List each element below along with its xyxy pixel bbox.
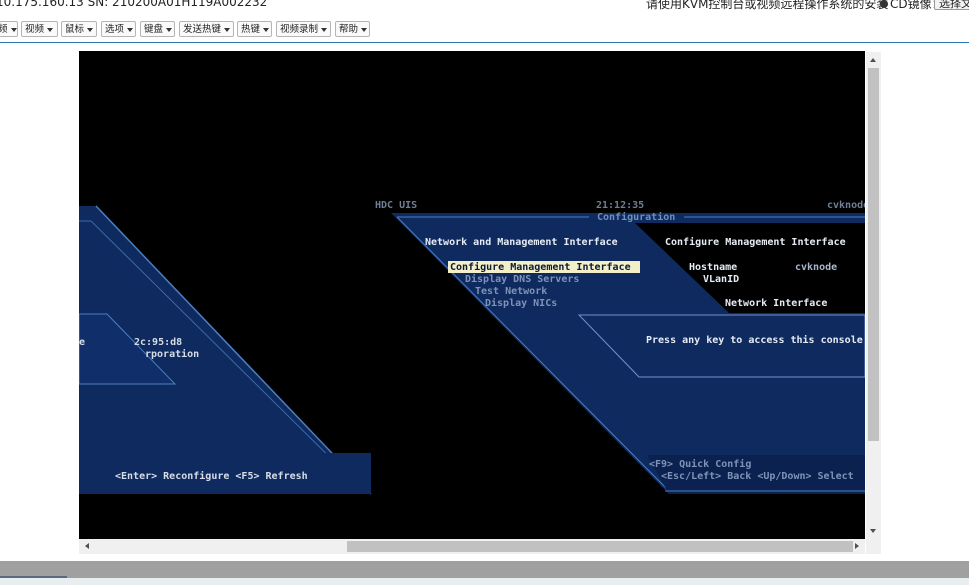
chevron-down-icon xyxy=(10,27,17,32)
detail-heading: Configure Management Interface xyxy=(665,236,846,248)
config-panel-title: Configuration xyxy=(597,211,675,223)
horizontal-scrollbar[interactable] xyxy=(79,539,865,554)
scroll-up-icon[interactable] xyxy=(870,58,876,62)
menu-video[interactable]: 视频 xyxy=(21,21,58,37)
menu-video-record-label: 视频录制 xyxy=(280,24,319,35)
console-header-left: HDC UIS xyxy=(375,200,417,211)
chevron-down-icon xyxy=(47,27,54,32)
menu-item-dns[interactable]: Display DNS Servers xyxy=(465,273,579,285)
left-help-text: <Enter> Reconfigure <F5> Refresh xyxy=(115,470,308,482)
footer-strip xyxy=(0,578,969,585)
menu-keyboard[interactable]: 键盘 xyxy=(140,21,175,37)
console-header-time: 21:12:35 xyxy=(596,200,644,211)
left-corp-text: rporation xyxy=(145,348,199,360)
menu-mouse[interactable]: 鼠标 xyxy=(61,21,97,37)
menu-mouse-label: 鼠标 xyxy=(65,24,85,35)
vertical-scrollbar[interactable] xyxy=(866,52,881,539)
menu-video-label: 视频 xyxy=(25,24,45,35)
menu-keyboard-label: 键盘 xyxy=(144,24,164,35)
select-file-button[interactable]: 选择文件 xyxy=(934,0,969,10)
vlanid-label: VLanID xyxy=(703,274,739,285)
hostname-value: cvknode xyxy=(795,262,837,273)
chevron-down-icon xyxy=(224,27,231,32)
horizontal-scroll-thumb[interactable] xyxy=(347,541,853,552)
left-mac-text: 2c:95:d8 xyxy=(134,337,182,348)
menu-item-test-network[interactable]: Test Network xyxy=(475,286,547,297)
left-e-text: e xyxy=(79,337,85,348)
menu-help[interactable]: 帮助 xyxy=(335,21,370,37)
cd-icon xyxy=(880,0,888,8)
scroll-right-icon[interactable] xyxy=(855,543,859,549)
chevron-down-icon xyxy=(263,27,270,32)
kvm-console-viewer[interactable]: e 2c:95:d8 rporation <Enter> Reconfigure… xyxy=(79,51,865,539)
install-notice: 请使用KVM控制台或视频远程操作系统的安装 xyxy=(646,0,889,11)
menu-partial[interactable]: 频 xyxy=(0,21,18,37)
toolbar: 频 视频 鼠标 选项 键盘 发送热键 热键 视频录制 帮助 xyxy=(0,21,969,39)
menu-help-label: 帮助 xyxy=(339,24,359,35)
server-ip-sn: 10.175.160.13 SN: 210200A01H119A002232 xyxy=(0,0,268,9)
chevron-down-icon xyxy=(321,27,328,32)
chevron-down-icon xyxy=(87,27,94,32)
help-line-navigation: <Esc/Left> Back <Up/Down> Select xyxy=(661,471,854,482)
menu-hotkey[interactable]: 热键 xyxy=(237,21,272,37)
menu-item-configure[interactable]: Configure Management Interface xyxy=(450,261,631,273)
toolbar-divider xyxy=(0,42,969,43)
console-header-right: cvknode xyxy=(827,200,865,211)
chevron-down-icon xyxy=(127,27,134,32)
menu-send-hotkey-label: 发送热键 xyxy=(183,24,222,35)
menu-partial-label: 频 xyxy=(0,24,8,35)
vertical-scroll-thumb[interactable] xyxy=(868,68,879,441)
top-info-bar: 10.175.160.13 SN: 210200A01H119A002232 请… xyxy=(0,0,969,17)
scrollbar-corner xyxy=(866,539,881,554)
menu-options-label: 选项 xyxy=(105,24,125,35)
menu-options[interactable]: 选项 xyxy=(101,21,136,37)
menu-send-hotkey[interactable]: 发送热键 xyxy=(179,21,234,37)
menu-item-nics[interactable]: Display NICs xyxy=(485,297,557,309)
hostname-label: Hostname xyxy=(689,262,737,273)
chevron-down-icon xyxy=(361,27,368,32)
menu-hotkey-label: 热键 xyxy=(241,24,261,35)
scroll-left-icon[interactable] xyxy=(85,543,89,549)
menu-video-record[interactable]: 视频录制 xyxy=(276,21,331,37)
chevron-down-icon xyxy=(166,27,173,32)
menu-heading: Network and Management Interface xyxy=(425,237,618,248)
help-line-quick-config: <F9> Quick Config xyxy=(649,458,751,470)
network-interface-label: Network Interface xyxy=(725,298,827,309)
scroll-down-icon[interactable] xyxy=(870,529,876,533)
bottom-status-bar xyxy=(0,561,969,579)
console-screen: e 2c:95:d8 rporation <Enter> Reconfigure… xyxy=(79,200,865,495)
press-any-key-text: Press any key to access this console xyxy=(646,334,863,346)
